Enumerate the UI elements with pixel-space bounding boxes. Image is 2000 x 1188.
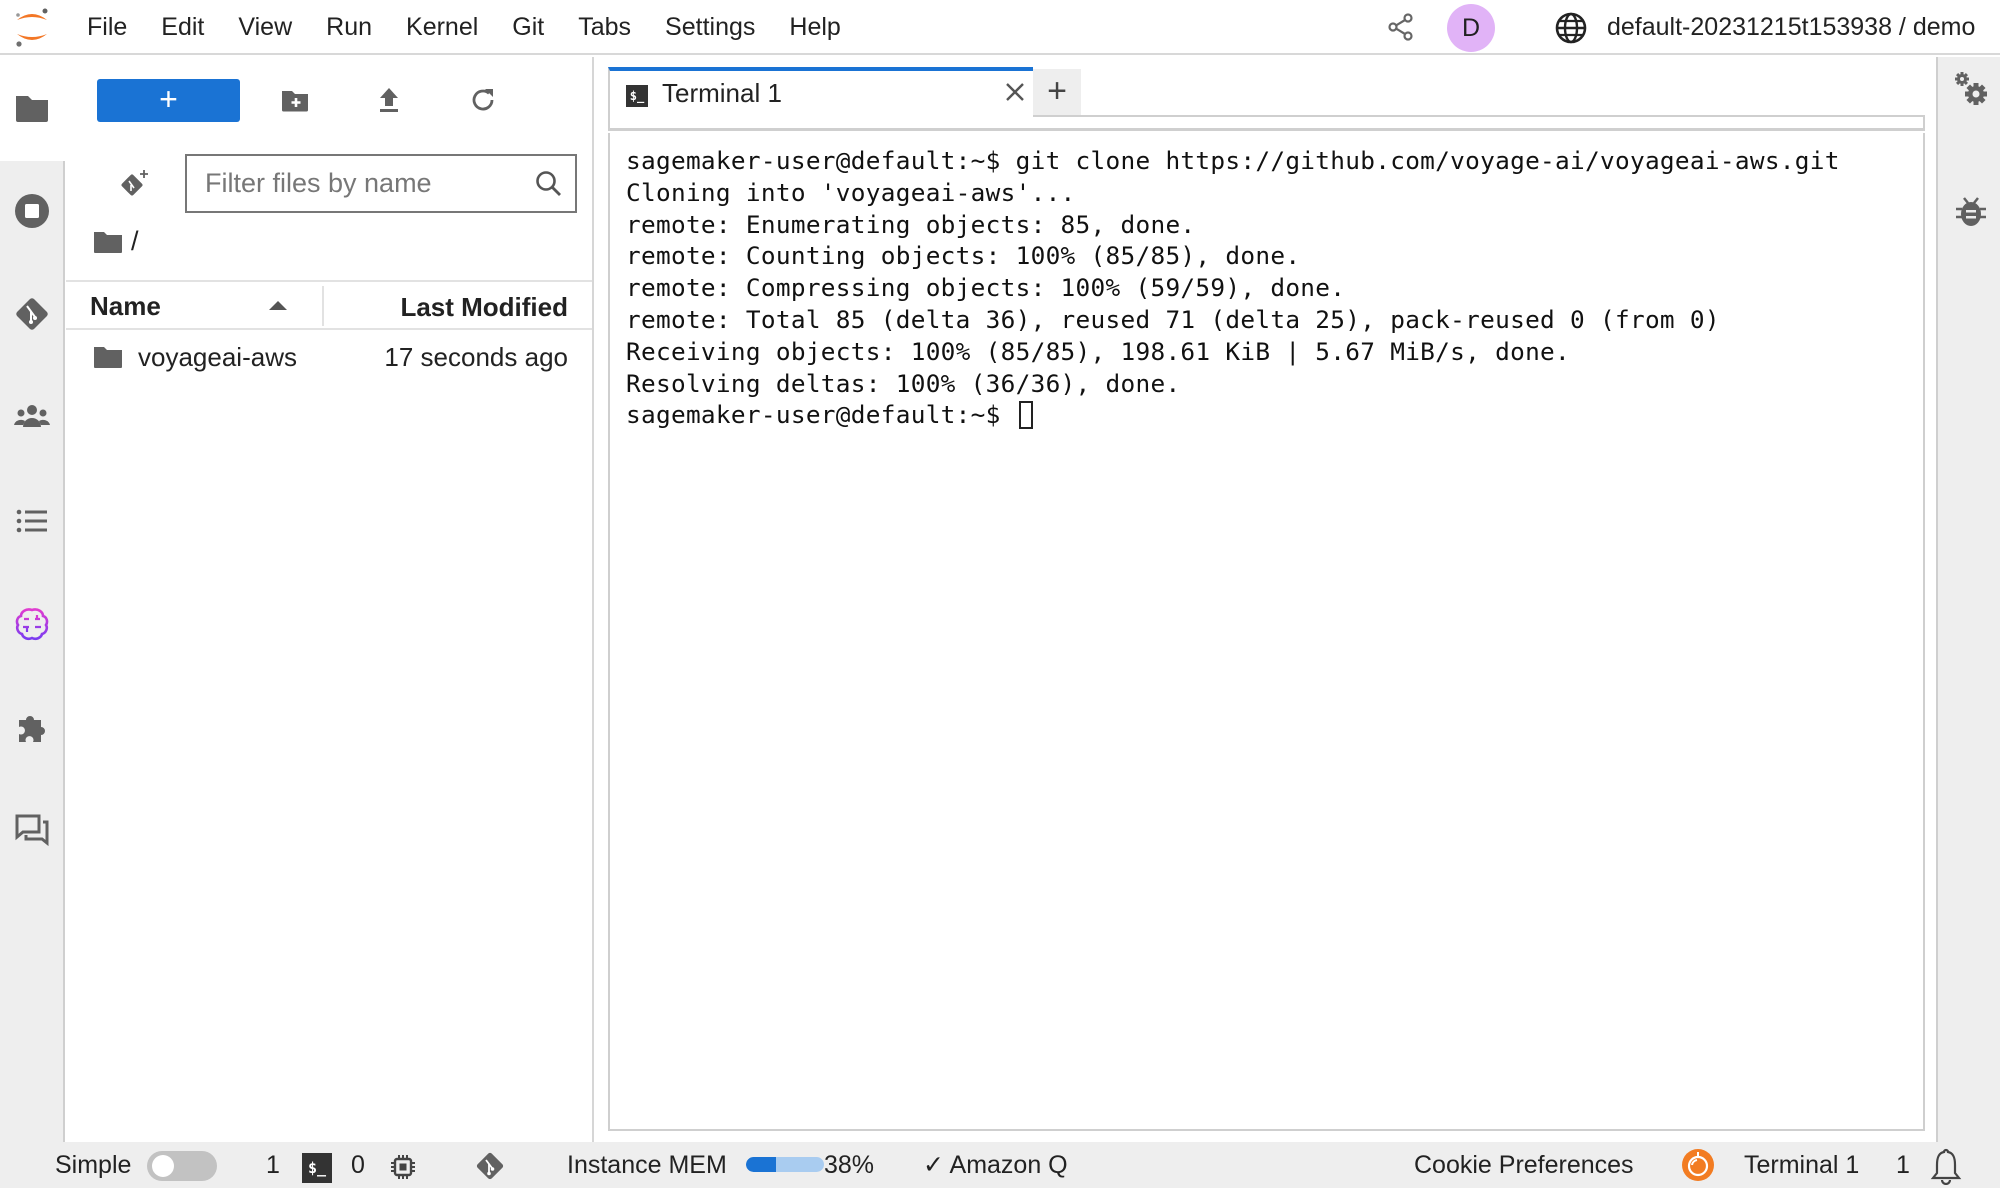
new-folder-icon	[282, 91, 308, 112]
close-icon[interactable]	[1000, 77, 1030, 107]
brain-icon	[15, 608, 49, 641]
menu-git[interactable]: Git	[495, 0, 561, 55]
share-icon[interactable]	[1386, 12, 1416, 42]
puzzle-icon	[19, 716, 45, 742]
file-modified: 17 seconds ago	[384, 342, 568, 372]
refresh-button[interactable]	[466, 83, 500, 117]
menu-run[interactable]: Run	[309, 0, 389, 55]
menu-tabs[interactable]: Tabs	[561, 0, 648, 55]
debugger-icon[interactable]	[1952, 192, 1990, 230]
menu-kernel[interactable]: Kernel	[389, 0, 495, 55]
property-inspector-icon[interactable]	[1952, 70, 1990, 108]
sidebar-item-chat[interactable]	[12, 810, 52, 850]
search-icon[interactable]	[533, 168, 565, 200]
column-last-modified[interactable]: Last Modified	[400, 282, 568, 332]
menu-help[interactable]: Help	[772, 0, 857, 55]
chat-icon	[15, 814, 49, 847]
terminal-line: sagemaker-user@default:~$ git clone http…	[626, 146, 1840, 175]
upload-button[interactable]	[372, 83, 406, 117]
workspace-name: default-20231215t153938 / demo	[1607, 13, 1976, 41]
new-folder-button[interactable]	[278, 83, 312, 117]
terminal-line: Cloning into 'voyageai-aws'...	[626, 177, 1076, 207]
menu-file[interactable]: File	[70, 0, 144, 55]
toggle-knob	[152, 1155, 174, 1177]
main-area: $_ Terminal 1 + sagemaker-user@default:~…	[596, 57, 1936, 1142]
users-icon	[14, 405, 50, 427]
left-sidebar	[0, 57, 66, 1142]
file-browser-panel: + / Name Last Modified voyageai-aws 17 s…	[66, 57, 594, 1142]
sidebar-item-running[interactable]	[12, 191, 52, 231]
right-sidebar	[1936, 57, 2000, 1142]
simple-mode-label: Simple	[55, 1151, 132, 1179]
folder-icon	[16, 96, 48, 122]
memory-percent: 38%	[824, 1151, 875, 1179]
cookie-preferences-link[interactable]: Cookie Preferences	[1414, 1142, 1634, 1188]
file-name: voyageai-aws	[138, 342, 297, 372]
terminal-line: remote: Total 85 (delta 36), reused 71 (…	[626, 304, 1720, 334]
amazon-q-status[interactable]: ✓ Amazon Q	[923, 1142, 1068, 1188]
upload-icon	[380, 88, 398, 112]
refresh-icon	[472, 89, 494, 111]
git-status-icon[interactable]	[473, 1149, 507, 1183]
notification-bell-icon[interactable]	[1928, 1147, 1964, 1185]
jupyter-logo-icon	[16, 8, 48, 47]
breadcrumb-home-folder-icon[interactable]	[93, 230, 123, 254]
amazon-q-logo-icon[interactable]	[1682, 1149, 1714, 1181]
tab-content-frame	[608, 117, 1925, 131]
cpu-chip-icon[interactable]	[389, 1153, 417, 1181]
breadcrumb-path[interactable]: /	[131, 226, 139, 257]
file-list-item[interactable]: voyageai-aws 17 seconds ago	[66, 332, 592, 382]
globe-icon	[1555, 12, 1587, 44]
terminal-icon[interactable]: $_	[302, 1153, 332, 1183]
simple-mode-toggle[interactable]	[147, 1151, 217, 1181]
filter-files-input[interactable]	[187, 156, 507, 211]
user-avatar[interactable]: D	[1447, 4, 1495, 52]
terminal-lines: sagemaker-user@default:~$ git clone http…	[626, 145, 1907, 399]
terminal-output[interactable]: sagemaker-user@default:~$ git clone http…	[608, 133, 1925, 1131]
menu-settings[interactable]: Settings	[648, 0, 772, 55]
git-clone-icon[interactable]	[118, 167, 152, 201]
folder-icon	[94, 347, 122, 368]
terminal-prompt: sagemaker-user@default:~$	[626, 400, 1016, 430]
terminal-line: Resolving deltas: 100% (36/36), done.	[626, 368, 1181, 398]
terminal-icon: $_	[626, 85, 648, 107]
file-list-header: Name Last Modified	[66, 280, 592, 330]
git-icon	[16, 298, 48, 330]
tab-terminal-1[interactable]: $_ Terminal 1	[608, 67, 1033, 119]
sidebar-item-collaboration[interactable]	[12, 397, 52, 437]
sidebar-item-file-browser[interactable]	[12, 87, 52, 127]
menu-edit[interactable]: Edit	[144, 0, 221, 55]
terminal-line: remote: Counting objects: 100% (85/85), …	[626, 241, 1301, 271]
kernels-count[interactable]: 0	[351, 1142, 365, 1188]
sidebar-item-toc[interactable]	[12, 501, 52, 541]
main-menu: File Edit View Run Kernel Git Tabs Setti…	[70, 0, 858, 55]
column-name[interactable]: Name	[90, 282, 161, 330]
add-tab-button[interactable]: +	[1033, 69, 1081, 117]
terminal-line: remote: Enumerating objects: 85, done.	[626, 209, 1196, 239]
filter-files-field	[185, 154, 577, 213]
terminal-prompt-line: sagemaker-user@default:~$	[626, 399, 1907, 431]
menu-view[interactable]: View	[221, 0, 309, 55]
status-bar: Simple 1 $_ 0 Instance MEM 38% ✓ Amazon …	[0, 1142, 2000, 1188]
new-launcher-button[interactable]: +	[97, 79, 240, 122]
list-icon	[16, 509, 47, 533]
sidebar-item-git[interactable]	[12, 294, 52, 334]
memory-usage-bar	[746, 1157, 824, 1172]
tab-label: Terminal 1	[662, 78, 782, 108]
instance-mem-label: Instance MEM	[567, 1151, 727, 1179]
sort-ascending-icon	[269, 301, 287, 310]
memory-usage-fill	[746, 1157, 776, 1172]
terminal-line: Receiving objects: 100% (85/85), 198.61 …	[626, 336, 1571, 366]
column-divider[interactable]	[322, 286, 324, 326]
terminal-cursor	[1018, 401, 1033, 430]
active-document-label: Terminal 1	[1744, 1151, 1860, 1179]
notifications-count[interactable]: 1	[1896, 1142, 1910, 1188]
stop-circle-icon	[15, 194, 49, 228]
terminals-count[interactable]: 1	[266, 1142, 280, 1188]
sidebar-item-ai-assistant[interactable]	[12, 604, 52, 644]
sidebar-item-extensions[interactable]	[12, 707, 52, 747]
terminal-line: remote: Compressing objects: 100% (59/59…	[626, 273, 1346, 303]
top-menu-bar: File Edit View Run Kernel Git Tabs Setti…	[0, 0, 2000, 55]
